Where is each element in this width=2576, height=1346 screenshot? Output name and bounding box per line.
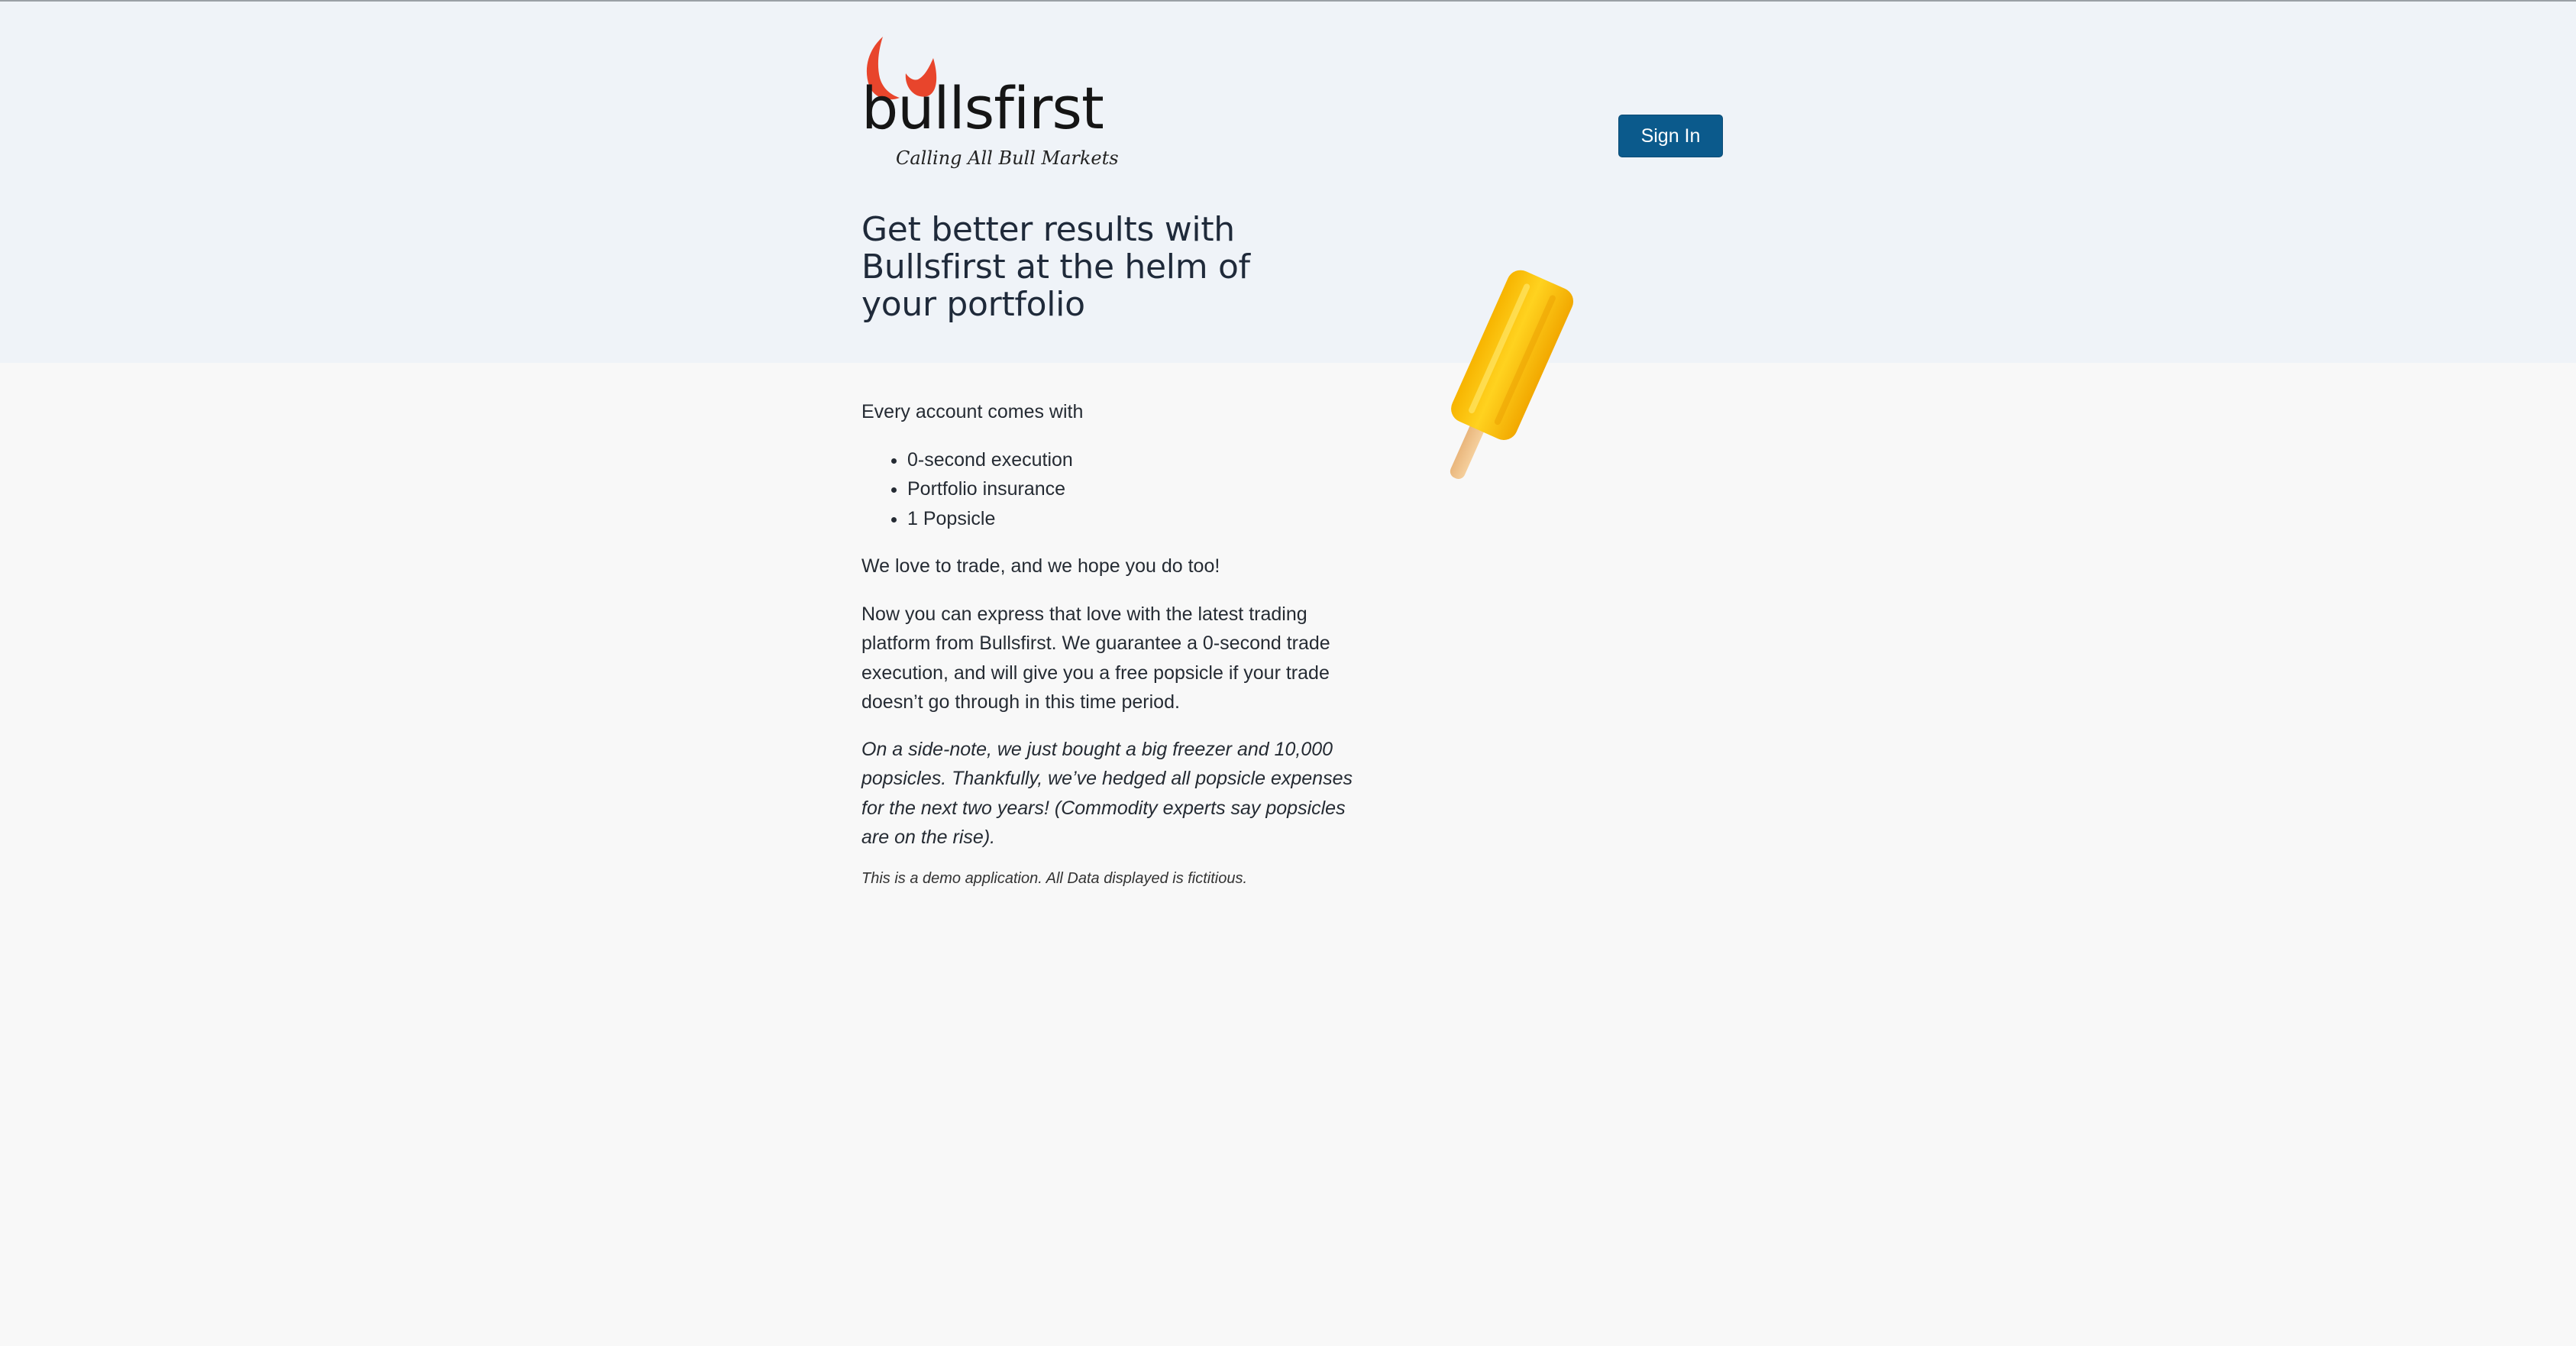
sign-in-button[interactable]: Sign In: [1618, 115, 1723, 157]
logo-tagline: Calling All Bull Markets: [896, 147, 1119, 169]
feature-item: Portfolio insurance: [907, 474, 1366, 504]
love-paragraph: We love to trade, and we hope you do too…: [861, 555, 1220, 577]
feature-item: 0-second execution: [907, 445, 1366, 475]
logo-wordmark: bullsfirst: [861, 74, 1104, 142]
features-list: 0-second execution Portfolio insurance 1…: [861, 445, 1366, 534]
popsicle-image: [1450, 270, 1574, 479]
feature-item: 1 Popsicle: [907, 504, 1366, 534]
side-note-paragraph: On a side-note, we just bought a big fre…: [861, 738, 1353, 849]
features-intro: Every account comes with: [861, 401, 1084, 422]
demo-disclaimer: This is a demo application. All Data dis…: [861, 869, 1248, 887]
hero-headline: Get better results with Bullsfirst at th…: [861, 210, 1250, 324]
main-content: Every account comes with 0-second execut…: [861, 397, 1366, 889]
description-paragraph: Now you can express that love with the l…: [861, 603, 1330, 713]
bullsfirst-logo[interactable]: bullsfirst Calling All Bull Markets: [860, 35, 1119, 173]
